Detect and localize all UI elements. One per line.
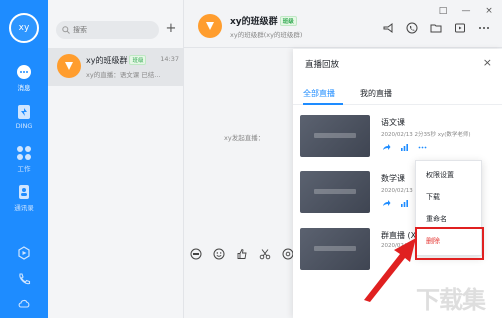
scissors-icon[interactable] <box>259 248 271 260</box>
nav-contacts-label: 通讯录 <box>14 204 34 212</box>
thumbnail-watermark <box>314 246 356 251</box>
chat-header: xy的班级群 班级 xy的班级群(xy的班级群) □ — × <box>184 0 502 48</box>
minimize-button[interactable]: — <box>461 6 471 16</box>
search-input[interactable] <box>73 26 153 34</box>
search-box[interactable] <box>56 21 159 39</box>
gif-icon[interactable] <box>190 248 202 260</box>
grid-icon <box>17 146 31 160</box>
nav-contacts[interactable]: 通讯录 <box>0 184 48 212</box>
nav-ding[interactable]: DING <box>0 104 48 130</box>
tab-my-live[interactable]: 我的直播 <box>360 88 392 99</box>
share-icon[interactable] <box>382 143 391 152</box>
add-button[interactable]: + <box>164 22 178 36</box>
stats-icon[interactable] <box>400 143 409 152</box>
nav-messages-label: 消息 <box>17 84 31 92</box>
class-tag: 班级 <box>129 55 147 65</box>
conversation-list: + xy的班级群班级 14:37 xy的直播：语文课 已结... <box>48 0 184 318</box>
conversation-time: 14:37 <box>160 55 179 63</box>
menu-item-download[interactable]: 下载 <box>416 186 481 208</box>
live-icon[interactable] <box>454 22 466 34</box>
red-arrow-icon <box>364 238 416 302</box>
group-logo-icon <box>65 62 73 70</box>
thumbs-up-icon[interactable] <box>236 248 248 260</box>
contacts-icon <box>19 185 29 199</box>
panel-tabs: 全部直播 我的直播 <box>293 83 502 105</box>
recording-title: 数学课 <box>381 174 405 183</box>
recording-thumbnail[interactable] <box>300 171 370 213</box>
ding-icon <box>18 105 30 119</box>
conversation-preview: xy的直播：语文课 已结... <box>86 71 161 79</box>
thumbnail-watermark <box>314 133 356 138</box>
left-rail: xy 消息 DING 工作 通讯录 <box>0 0 48 318</box>
chat-title: xy的班级群 班级 <box>230 14 297 27</box>
chat-subtitle: xy的班级群(xy的班级群) <box>230 31 303 39</box>
stats-icon[interactable] <box>400 199 409 208</box>
chat-class-tag: 班级 <box>279 16 297 26</box>
search-icon <box>62 26 70 34</box>
chat-icon <box>17 65 31 79</box>
recording-title: 语文课 <box>381 118 405 127</box>
system-message: xy发起直播： <box>224 134 265 142</box>
emoji-icon[interactable] <box>213 248 225 260</box>
folder-icon[interactable] <box>430 22 442 34</box>
watermark: 下载集 <box>416 286 486 314</box>
conversation-name: xy的班级群 班级 <box>86 55 147 66</box>
group-avatar <box>57 54 81 78</box>
tab-all-live[interactable]: 全部直播 <box>303 88 335 99</box>
panel-title: 直播回放 <box>305 60 340 70</box>
user-avatar[interactable]: xy <box>9 13 39 43</box>
recording-meta: 2020/02/13 2分35秒 xy(数学老师) <box>381 132 471 138</box>
phone-call-icon[interactable] <box>406 22 418 34</box>
maximize-button[interactable]: □ <box>438 6 448 16</box>
nav-work[interactable]: 工作 <box>0 145 48 173</box>
more-options-icon[interactable] <box>418 143 427 152</box>
nav-work-label: 工作 <box>17 165 31 173</box>
menu-item-permissions[interactable]: 权限设置 <box>416 164 481 186</box>
nav-messages[interactable]: 消息 <box>0 64 48 92</box>
chat-title-text: xy的班级群 <box>230 17 278 27</box>
conversation-name-text: xy的班级群 <box>86 56 128 65</box>
close-window-button[interactable]: × <box>484 6 494 16</box>
play-icon[interactable] <box>17 246 31 260</box>
delete-highlight-box <box>415 227 484 260</box>
conversation-item[interactable]: xy的班级群 班级 14:37 xy的直播：语文课 已结... <box>48 48 183 86</box>
app-window: xy 消息 DING 工作 通讯录 搜索 + xy的班级群 班级 14:37 x… <box>0 0 502 318</box>
share-icon[interactable] <box>382 199 391 208</box>
active-tab-indicator <box>303 103 343 105</box>
panel-close-button[interactable]: × <box>483 56 492 69</box>
recording-thumbnail[interactable] <box>300 115 370 157</box>
nav-ding-label: DING <box>15 122 33 130</box>
chat-group-avatar[interactable] <box>198 14 222 38</box>
cloud-icon[interactable] <box>17 296 31 310</box>
announcement-icon[interactable] <box>382 22 394 34</box>
group-logo-icon <box>206 22 214 30</box>
more-icon[interactable] <box>478 22 490 34</box>
phone-icon[interactable] <box>17 272 31 286</box>
thumbnail-watermark <box>314 189 356 194</box>
